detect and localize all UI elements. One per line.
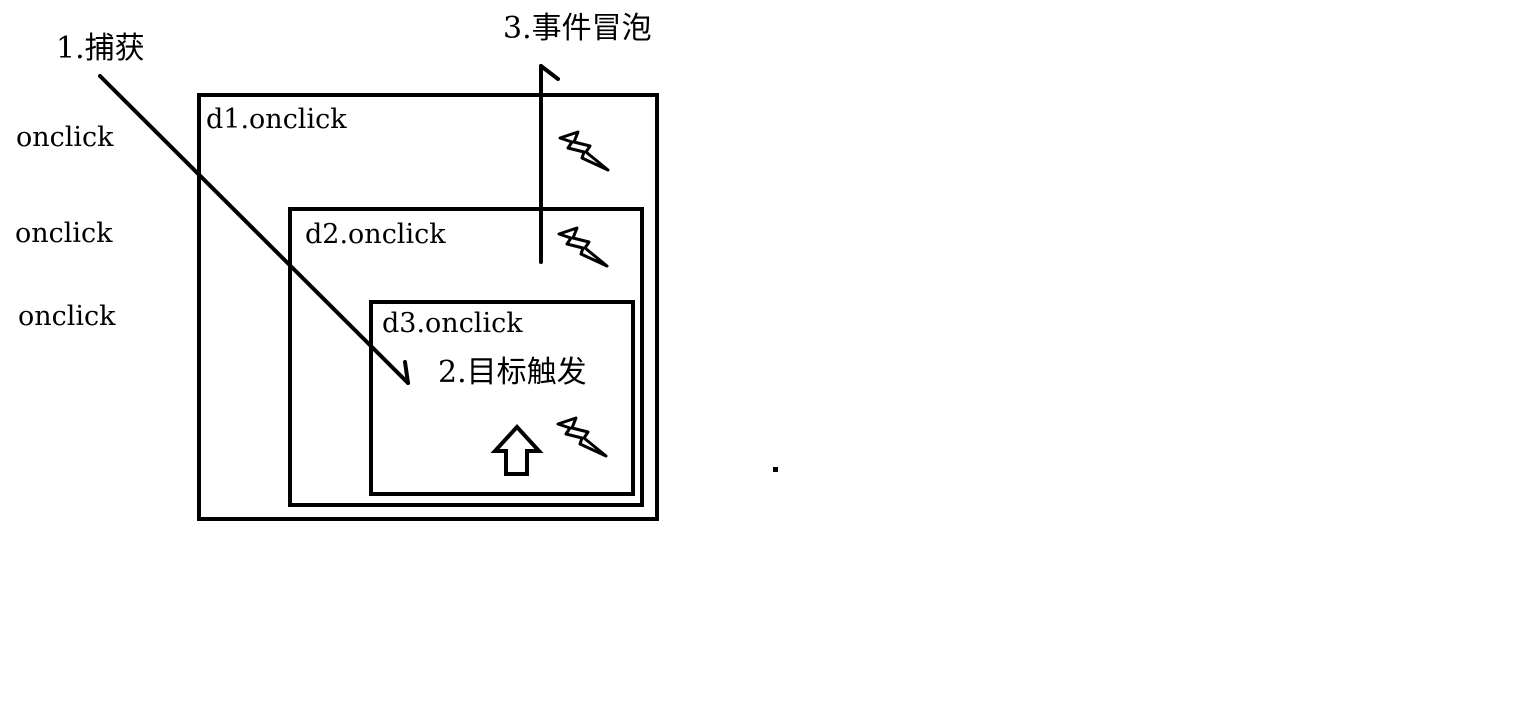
lightning-icon	[557, 226, 609, 268]
lightning-icon	[556, 416, 608, 458]
diagram-strokes	[98, 64, 778, 476]
capture-arrow	[98, 74, 410, 385]
bubble-arrow	[539, 64, 560, 264]
lightning-icon	[558, 130, 610, 172]
up-arrow-icon	[490, 424, 544, 476]
stray-dot	[773, 467, 778, 472]
event-flow-diagram: onclick onclick onclick d1.onclick d2.on…	[0, 0, 1526, 728]
